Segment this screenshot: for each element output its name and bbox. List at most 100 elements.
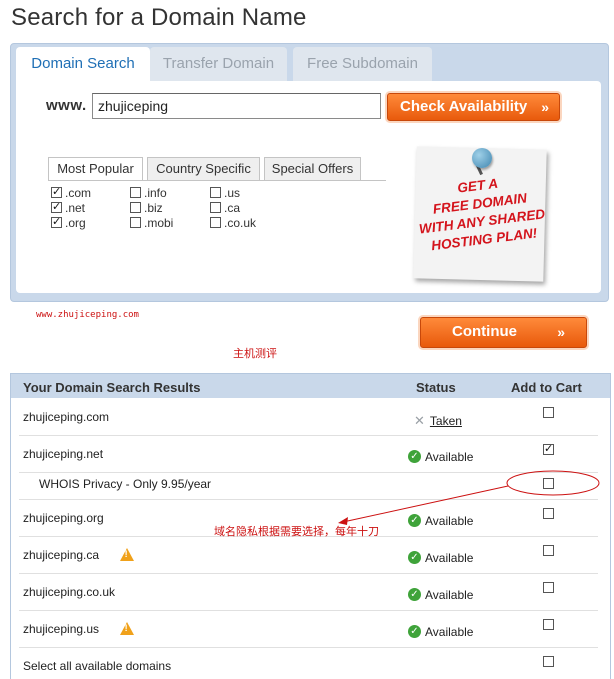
domain-name: zhujiceping.co.uk — [23, 585, 116, 599]
www-prefix: www. — [46, 97, 87, 114]
subtab-most-popular[interactable]: Most Popular — [48, 157, 143, 180]
tld-label: .mobi — [144, 216, 174, 230]
tab-free-subdomain[interactable]: Free Subdomain — [293, 47, 432, 81]
add-to-cart-checkbox[interactable] — [543, 406, 557, 420]
chevron-right-icon: » — [557, 324, 565, 340]
tld-checkbox[interactable] — [210, 217, 221, 229]
tld-option[interactable]: .us — [210, 186, 240, 200]
tld-checkbox[interactable] — [210, 202, 221, 214]
header-domain: Your Domain Search Results — [23, 380, 201, 395]
status-available: Available — [425, 588, 474, 602]
status-taken-link[interactable]: Taken — [430, 414, 462, 428]
domain-name: zhujiceping.ca — [23, 548, 100, 562]
status-cell: ✓ Available — [408, 450, 473, 464]
add-to-cart-checkbox[interactable] — [543, 618, 557, 632]
tld-option[interactable]: .com — [51, 185, 92, 200]
status-cell: ✓ Available — [408, 625, 473, 639]
pushpin-icon — [472, 148, 492, 168]
tld-label: .org — [65, 216, 86, 230]
select-all-row: Select all available domains — [11, 648, 610, 679]
check-circle-icon: ✓ — [408, 588, 421, 602]
checkbox[interactable] — [543, 508, 554, 520]
status-available: Available — [425, 625, 474, 639]
tld-label: .com — [65, 186, 92, 200]
check-circle-icon: ✓ — [408, 551, 421, 565]
warning-icon — [119, 548, 134, 561]
table-row: zhujiceping.co.uk ✓ Available — [11, 574, 610, 611]
add-to-cart-checkbox[interactable] — [543, 507, 557, 521]
status-cell: ✕ Taken — [408, 413, 462, 429]
table-row: zhujiceping.net ✓ Available — [11, 436, 610, 473]
add-to-cart-checkbox[interactable] — [543, 655, 557, 669]
tld-option[interactable]: .info — [130, 186, 167, 200]
checkbox[interactable] — [543, 656, 554, 668]
tld-option[interactable]: .net — [51, 200, 86, 215]
table-row: zhujiceping.ca ✓ Available — [11, 537, 610, 574]
status-cell: ✓ Available — [408, 551, 473, 565]
add-to-cart-checkbox[interactable] — [543, 581, 557, 595]
watermark-url: www.zhujiceping.com — [36, 310, 139, 320]
tld-checkbox[interactable] — [130, 187, 141, 199]
checkbox[interactable] — [543, 582, 554, 594]
watermark-cn: 主机测评 — [233, 348, 277, 360]
checkbox[interactable] — [543, 478, 554, 490]
status-available: Available — [425, 514, 474, 528]
domain-search-input[interactable] — [92, 93, 381, 119]
add-to-cart-checkbox[interactable] — [543, 544, 557, 558]
continue-button[interactable]: Continue » — [420, 317, 587, 348]
check-circle-icon: ✓ — [408, 450, 421, 464]
checkbox[interactable] — [543, 545, 554, 557]
add-to-cart-checkbox[interactable] — [543, 477, 557, 491]
table-row: zhujiceping.com ✕ Taken — [11, 399, 610, 436]
check-circle-icon: ✓ — [408, 514, 421, 528]
tld-label: .us — [224, 186, 241, 200]
x-icon: ✕ — [414, 413, 425, 428]
annotation-text: 域名隐私根据需要选择，每年十刀 — [214, 526, 379, 538]
whois-privacy-label: WHOIS Privacy - Only 9.95/year — [39, 477, 212, 491]
results-header: Your Domain Search Results Status Add to… — [11, 374, 610, 398]
subtab-special-offers[interactable]: Special Offers — [264, 157, 361, 180]
check-availability-label: Check Availability — [400, 98, 528, 115]
tld-label: .co.uk — [224, 216, 257, 230]
tld-checkbox[interactable] — [130, 202, 141, 214]
subtab-country-specific[interactable]: Country Specific — [147, 157, 260, 180]
header-status: Status — [416, 380, 456, 395]
tab-domain-search[interactable]: Domain Search — [16, 47, 150, 83]
add-to-cart-checkbox[interactable] — [543, 442, 557, 457]
check-circle-icon: ✓ — [408, 625, 421, 639]
tab-transfer-domain[interactable]: Transfer Domain — [150, 47, 287, 81]
domain-name: zhujiceping.us — [23, 622, 100, 636]
status-available: Available — [425, 450, 474, 464]
status-cell: ✓ Available — [408, 514, 473, 528]
tld-label: .biz — [144, 201, 163, 215]
tld-option[interactable]: .biz — [130, 201, 163, 215]
whois-privacy-row: WHOIS Privacy - Only 9.95/year — [11, 471, 610, 500]
checkbox[interactable] — [543, 619, 554, 631]
chevron-right-icon: » — [541, 99, 549, 115]
tld-checkbox[interactable] — [130, 217, 141, 229]
page-title: Search for a Domain Name — [11, 4, 307, 31]
tld-label: .net — [65, 201, 86, 215]
tld-option[interactable]: .ca — [210, 201, 240, 215]
domain-name: zhujiceping.com — [23, 410, 110, 424]
tld-label: .ca — [224, 201, 241, 215]
warning-icon — [119, 622, 134, 635]
header-add-to-cart: Add to Cart — [511, 380, 582, 395]
checkbox[interactable] — [543, 407, 554, 419]
tld-checkbox[interactable] — [51, 200, 62, 214]
subtab-divider — [48, 180, 386, 181]
domain-name: zhujiceping.net — [23, 447, 104, 461]
status-available: Available — [425, 551, 474, 565]
checkbox[interactable] — [543, 442, 554, 456]
domain-name: zhujiceping.org — [23, 511, 104, 525]
tld-checkbox[interactable] — [51, 185, 62, 199]
tld-option[interactable]: .org — [51, 215, 86, 230]
tld-checkbox[interactable] — [210, 187, 221, 199]
tld-label: .info — [144, 186, 167, 200]
check-availability-button[interactable]: Check Availability » — [387, 93, 560, 121]
table-row: zhujiceping.us ✓ Available — [11, 611, 610, 648]
tld-checkbox[interactable] — [51, 215, 62, 229]
continue-label: Continue — [452, 323, 517, 340]
tld-option[interactable]: .mobi — [130, 216, 173, 230]
tld-option[interactable]: .co.uk — [210, 216, 256, 230]
